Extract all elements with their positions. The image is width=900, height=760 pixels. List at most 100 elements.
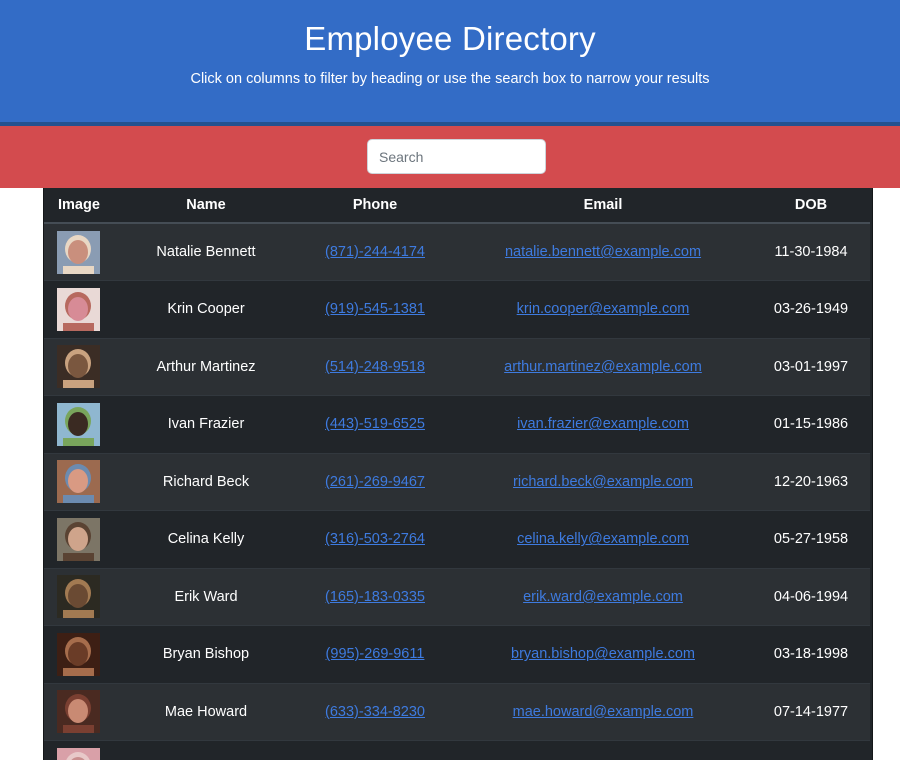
email-link[interactable]: ivan.frazier@example.com bbox=[517, 416, 689, 432]
dob-cell: 12-20-1963 bbox=[752, 452, 870, 511]
search-input[interactable] bbox=[367, 139, 546, 174]
email-cell: natalie.bennett@example.com bbox=[454, 222, 752, 281]
phone-cell: (871)-244-4174 bbox=[296, 222, 454, 281]
phone-link[interactable]: (443)-519-6525 bbox=[325, 416, 425, 432]
phone-cell: (633)-334-8230 bbox=[296, 682, 454, 741]
avatar bbox=[57, 230, 100, 274]
email-cell: krin.cooper@example.com bbox=[454, 280, 752, 338]
phone-cell: (919)-545-1381 bbox=[296, 280, 454, 338]
avatar-cell bbox=[44, 222, 116, 281]
email-cell: richard.beck@example.com bbox=[454, 452, 752, 511]
dob-cell bbox=[752, 740, 870, 760]
phone-cell: (165)-183-0335 bbox=[296, 567, 454, 626]
email-cell: mae.howard@example.com bbox=[454, 682, 752, 741]
email-cell: celina.kelly@example.com bbox=[454, 510, 752, 568]
phone-link[interactable]: (995)-269-9611 bbox=[326, 646, 425, 662]
page-subtitle: Click on columns to filter by heading or… bbox=[190, 71, 710, 87]
employee-name: Krin Cooper bbox=[116, 280, 296, 338]
avatar-cell bbox=[44, 452, 116, 511]
phone-link[interactable]: (871)-244-4174 bbox=[325, 244, 425, 260]
employee-name: Natalie Bennett bbox=[116, 222, 296, 281]
table-row: Bryan Bishop (995)-269-9611 bryan.bishop@e… bbox=[44, 625, 870, 683]
dob-cell: 03-01-1997 bbox=[752, 337, 870, 396]
avatar bbox=[57, 402, 100, 446]
phone-link[interactable]: (633)-334-8230 bbox=[325, 704, 425, 720]
employee-name: Bryan Bishop bbox=[116, 625, 296, 683]
dob-cell: 03-18-1998 bbox=[752, 625, 870, 683]
column-header-dob[interactable]: DOB bbox=[752, 188, 870, 224]
dob-cell: 04-06-1994 bbox=[752, 567, 870, 626]
email-link[interactable]: arthur.martinez@example.com bbox=[504, 359, 702, 375]
dob-cell: 03-26-1949 bbox=[752, 280, 870, 338]
email-cell: ivan.frazier@example.com bbox=[454, 395, 752, 453]
email-cell bbox=[454, 740, 752, 760]
employee-name: Arthur Martinez bbox=[116, 337, 296, 396]
avatar-cell bbox=[44, 682, 116, 741]
table-row: Ivan Frazier (443)-519-6525 ivan.frazier@e… bbox=[44, 395, 870, 453]
page-header: Employee Directory Click on columns to f… bbox=[0, 0, 900, 126]
page-title: Employee Directory bbox=[304, 20, 596, 57]
phone-cell bbox=[296, 740, 454, 760]
phone-link[interactable]: (316)-503-2764 bbox=[325, 531, 425, 547]
phone-cell: (261)-269-9467 bbox=[296, 452, 454, 511]
avatar bbox=[57, 690, 100, 734]
email-link[interactable]: bryan.bishop@example.com bbox=[511, 646, 695, 662]
table-row: Natalie Bennett (871)-244-4174 natalie.ben… bbox=[44, 222, 870, 281]
avatar bbox=[57, 345, 100, 389]
search-bar bbox=[0, 126, 900, 188]
phone-cell: (443)-519-6525 bbox=[296, 395, 454, 453]
column-header-image[interactable]: Image bbox=[44, 188, 116, 224]
table-row: Erik Ward (165)-183-0335 erik.ward@example… bbox=[44, 567, 870, 626]
email-link[interactable]: krin.cooper@example.com bbox=[517, 301, 690, 317]
employee-name: Ivan Frazier bbox=[116, 395, 296, 453]
phone-link[interactable]: (165)-183-0335 bbox=[325, 589, 425, 605]
dob-cell: 11-30-1984 bbox=[752, 222, 870, 281]
table-row: Krin Cooper (919)-545-1381 krin.cooper@exa… bbox=[44, 280, 870, 338]
avatar bbox=[57, 460, 100, 504]
column-header-phone[interactable]: Phone bbox=[296, 188, 454, 224]
employee-name: Celina Kelly bbox=[116, 510, 296, 568]
employee-name: Erik Ward bbox=[116, 567, 296, 626]
phone-cell: (514)-248-9518 bbox=[296, 337, 454, 396]
avatar-cell bbox=[44, 567, 116, 626]
avatar bbox=[57, 575, 100, 619]
avatar bbox=[57, 517, 100, 561]
email-cell: arthur.martinez@example.com bbox=[454, 337, 752, 396]
avatar-cell bbox=[44, 625, 116, 683]
column-header-name[interactable]: Name bbox=[116, 188, 296, 224]
phone-cell: (995)-269-9611 bbox=[296, 625, 454, 683]
email-link[interactable]: celina.kelly@example.com bbox=[517, 531, 689, 547]
dob-cell: 01-15-1986 bbox=[752, 395, 870, 453]
employee-table-container: Image Name Phone Email DOB Natalie Benne… bbox=[43, 188, 873, 760]
employee-name: Mae Howard bbox=[116, 682, 296, 741]
employee-table: Image Name Phone Email DOB Natalie Benne… bbox=[44, 188, 870, 760]
avatar-cell bbox=[44, 337, 116, 396]
avatar-cell bbox=[44, 280, 116, 338]
table-header-row: Image Name Phone Email DOB bbox=[44, 188, 870, 224]
email-link[interactable]: natalie.bennett@example.com bbox=[505, 244, 701, 260]
phone-link[interactable]: (261)-269-9467 bbox=[325, 474, 425, 490]
phone-link[interactable]: (919)-545-1381 bbox=[325, 301, 425, 317]
avatar-cell bbox=[44, 510, 116, 568]
table-row bbox=[44, 740, 870, 760]
dob-cell: 05-27-1958 bbox=[752, 510, 870, 568]
avatar bbox=[57, 748, 100, 760]
phone-link[interactable]: (514)-248-9518 bbox=[325, 359, 425, 375]
email-cell: bryan.bishop@example.com bbox=[454, 625, 752, 683]
email-link[interactable]: mae.howard@example.com bbox=[513, 704, 694, 720]
table-row: Mae Howard (633)-334-8230 mae.howard@examp… bbox=[44, 682, 870, 741]
table-row: Richard Beck (261)-269-9467 richard.beck@e… bbox=[44, 452, 870, 511]
email-link[interactable]: erik.ward@example.com bbox=[523, 589, 683, 605]
employee-name bbox=[116, 740, 296, 760]
avatar bbox=[57, 632, 100, 676]
employee-name: Richard Beck bbox=[116, 452, 296, 511]
email-link[interactable]: richard.beck@example.com bbox=[513, 474, 693, 490]
phone-cell: (316)-503-2764 bbox=[296, 510, 454, 568]
email-cell: erik.ward@example.com bbox=[454, 567, 752, 626]
column-header-email[interactable]: Email bbox=[454, 188, 752, 224]
dob-cell: 07-14-1977 bbox=[752, 682, 870, 741]
table-body: Natalie Bennett (871)-244-4174 natalie.ben… bbox=[44, 222, 870, 760]
table-row: Celina Kelly (316)-503-2764 celina.kelly@e… bbox=[44, 510, 870, 568]
table-row: Arthur Martinez (514)-248-9518 arthur.mart… bbox=[44, 337, 870, 396]
avatar bbox=[57, 287, 100, 331]
